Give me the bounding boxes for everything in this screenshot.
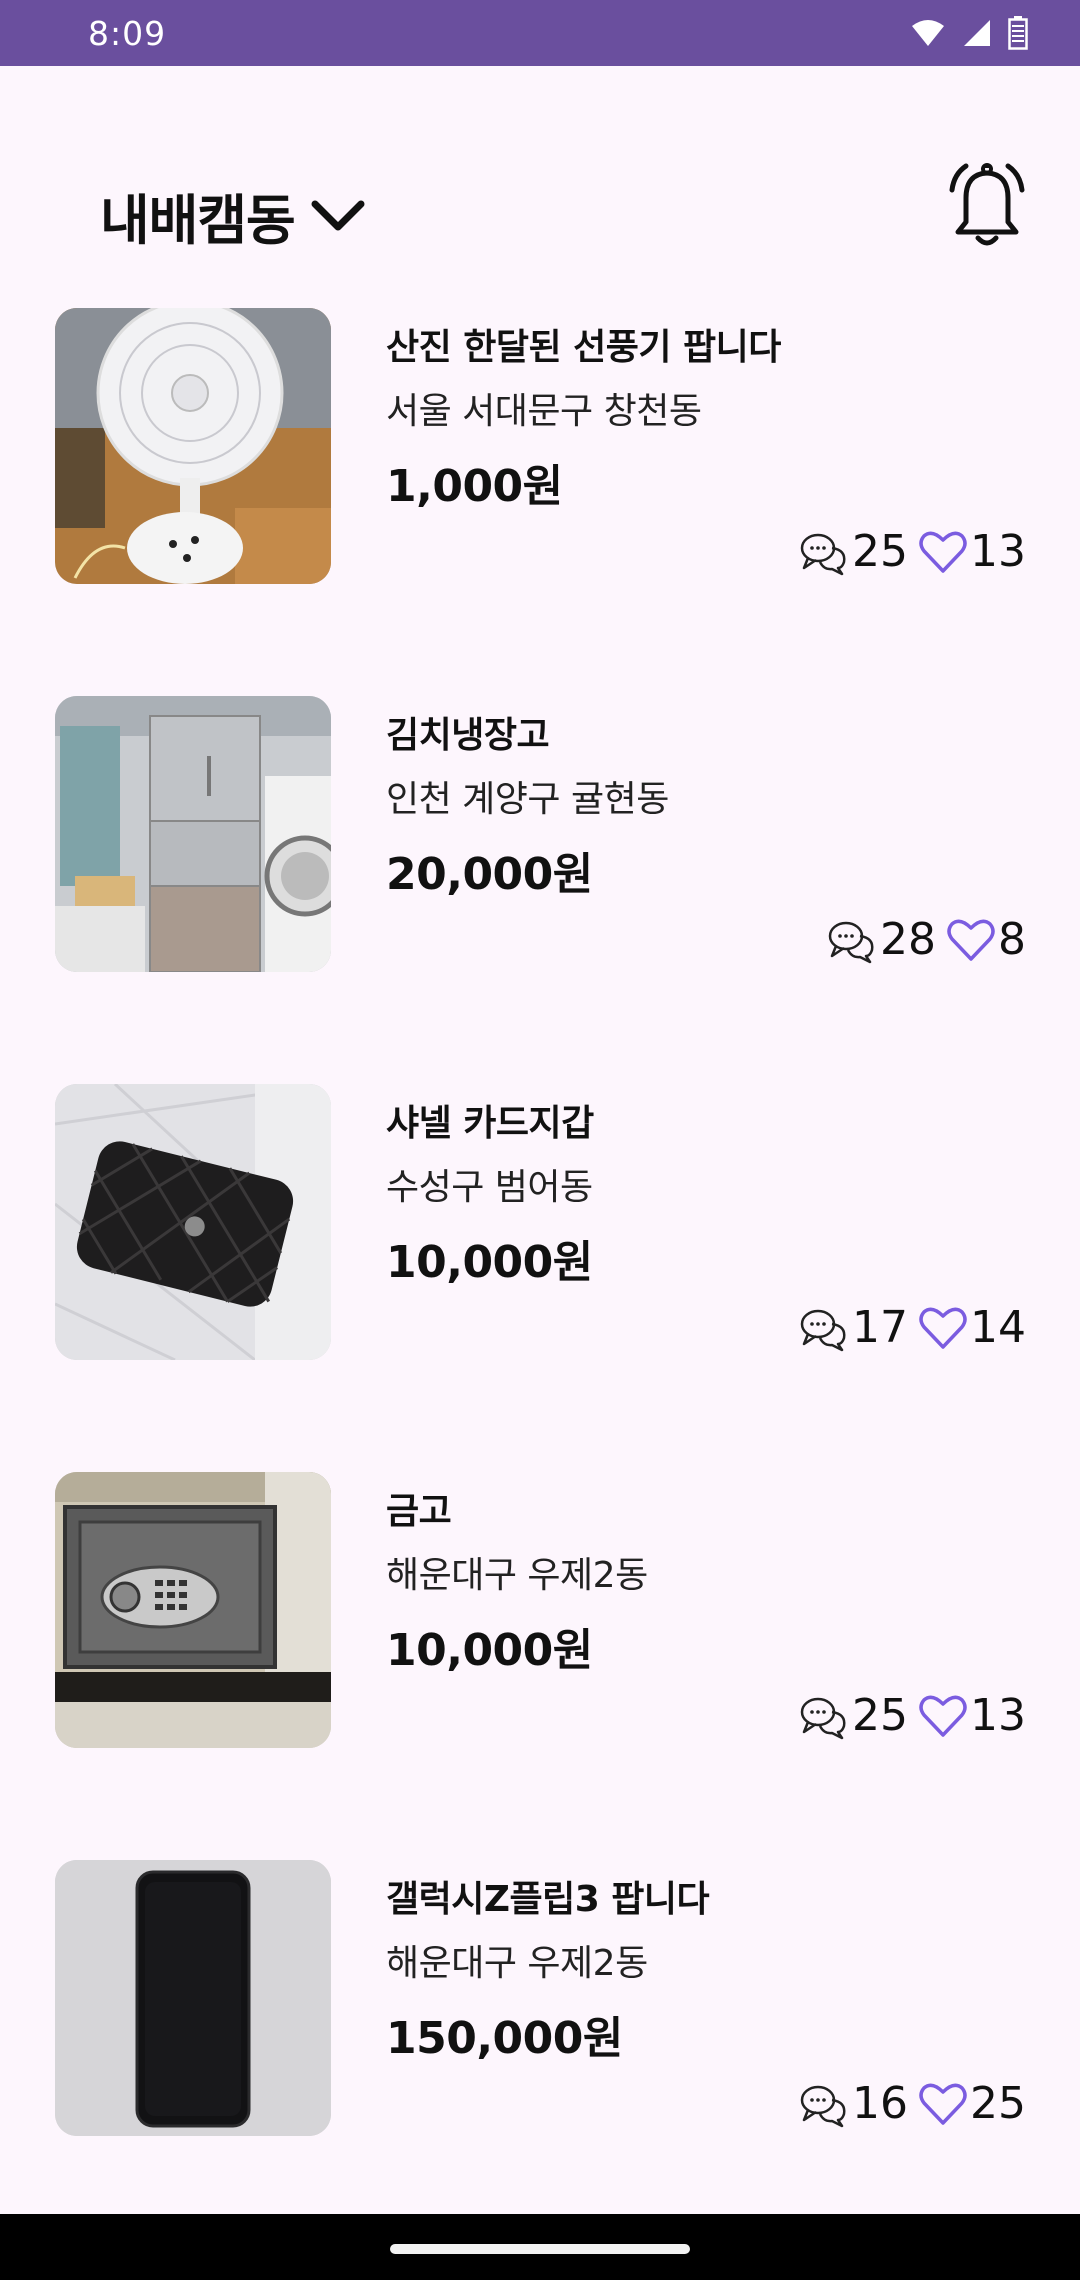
like-count: 8 <box>998 914 1026 965</box>
item-price: 1,000원 <box>386 461 563 512</box>
heart-icon <box>919 531 967 573</box>
chat-bubble-icon <box>800 2085 846 2127</box>
chat-bubble-icon <box>800 533 846 575</box>
product-image-fridge <box>55 696 331 972</box>
item-location: 해운대구 우제2동 <box>386 1943 648 1984</box>
comment-count: 17 <box>852 1302 908 1353</box>
status-bar: 8:09 <box>0 0 1080 66</box>
comment-count: 25 <box>852 1690 908 1741</box>
comment-count: 28 <box>880 914 936 965</box>
app-header: 내배캠동 <box>0 150 1080 280</box>
heart-icon <box>919 1695 967 1737</box>
item-title: 금고 <box>386 1491 452 1532</box>
like-count: 13 <box>970 1690 1026 1741</box>
chat-bubble-icon <box>828 921 874 963</box>
like-count: 14 <box>970 1302 1026 1353</box>
chevron-down-icon <box>311 200 365 230</box>
location-title: 내배캠동 <box>100 189 296 252</box>
item-stats: 25 13 <box>798 1690 1026 1741</box>
comment-stat: 25 <box>798 1690 908 1741</box>
item-price: 20,000원 <box>386 849 593 900</box>
like-count: 25 <box>970 2078 1026 2129</box>
product-list: 산진 한달된 선풍기 팝니다 서울 서대문구 창천동 1,000원 25 13 <box>0 308 1080 2248</box>
item-stats: 17 14 <box>798 1302 1026 1353</box>
item-location: 수성구 범어동 <box>386 1167 593 1208</box>
comment-count: 25 <box>852 526 908 577</box>
chat-bubble-icon <box>800 1697 846 1739</box>
comment-stat: 17 <box>798 1302 908 1353</box>
location-selector[interactable]: 내배캠동 <box>100 176 367 255</box>
heart-icon <box>919 1307 967 1349</box>
chat-bubble-icon <box>800 1309 846 1351</box>
list-item[interactable]: 김치냉장고 인천 계양구 귤현동 20,000원 28 8 <box>0 696 1080 1084</box>
item-title: 샤넬 카드지갑 <box>386 1103 594 1144</box>
product-image-wallet <box>55 1084 331 1360</box>
product-image-safe <box>55 1472 331 1748</box>
list-item[interactable]: 금고 해운대구 우제2동 10,000원 25 13 <box>0 1472 1080 1860</box>
item-stats: 25 13 <box>798 526 1026 577</box>
notification-button[interactable] <box>944 160 1030 250</box>
item-location: 해운대구 우제2동 <box>386 1555 648 1596</box>
home-indicator[interactable] <box>390 2244 690 2254</box>
list-item[interactable]: 샤넬 카드지갑 수성구 범어동 10,000원 17 14 <box>0 1084 1080 1472</box>
item-location: 서울 서대문구 창천동 <box>386 391 702 432</box>
comment-stat: 25 <box>798 526 908 577</box>
like-count: 13 <box>970 526 1026 577</box>
signal-icon <box>964 20 990 46</box>
battery-icon <box>1008 16 1028 50</box>
comment-stat: 28 <box>826 914 936 965</box>
comment-stat: 16 <box>798 2078 908 2129</box>
item-stats: 16 25 <box>798 2078 1026 2129</box>
item-title: 산진 한달된 선풍기 팝니다 <box>386 327 781 368</box>
bell-icon <box>949 163 1025 246</box>
item-stats: 28 8 <box>826 914 1026 965</box>
item-price: 10,000원 <box>386 1625 593 1676</box>
item-price: 150,000원 <box>386 2013 623 2064</box>
item-price: 10,000원 <box>386 1237 593 1288</box>
like-stat: 13 <box>918 1690 1026 1741</box>
item-location: 인천 계양구 귤현동 <box>386 779 669 820</box>
comment-count: 16 <box>852 2078 908 2129</box>
like-stat: 25 <box>918 2078 1026 2129</box>
like-stat: 13 <box>918 526 1026 577</box>
navigation-bar <box>0 2214 1080 2280</box>
heart-icon <box>919 2083 967 2125</box>
status-time: 8:09 <box>88 13 167 53</box>
like-stat: 8 <box>946 914 1026 965</box>
heart-icon <box>947 919 995 961</box>
product-image-phone <box>55 1860 331 2136</box>
item-title: 김치냉장고 <box>386 715 550 756</box>
list-item[interactable]: 갤럭시Z플립3 팝니다 해운대구 우제2동 150,000원 16 25 <box>0 1860 1080 2248</box>
list-item[interactable]: 산진 한달된 선풍기 팝니다 서울 서대문구 창천동 1,000원 25 13 <box>0 308 1080 696</box>
like-stat: 14 <box>918 1302 1026 1353</box>
item-title: 갤럭시Z플립3 팝니다 <box>386 1879 710 1920</box>
wifi-icon <box>912 20 944 46</box>
product-image-fan <box>55 308 331 584</box>
status-icons <box>910 16 1028 50</box>
